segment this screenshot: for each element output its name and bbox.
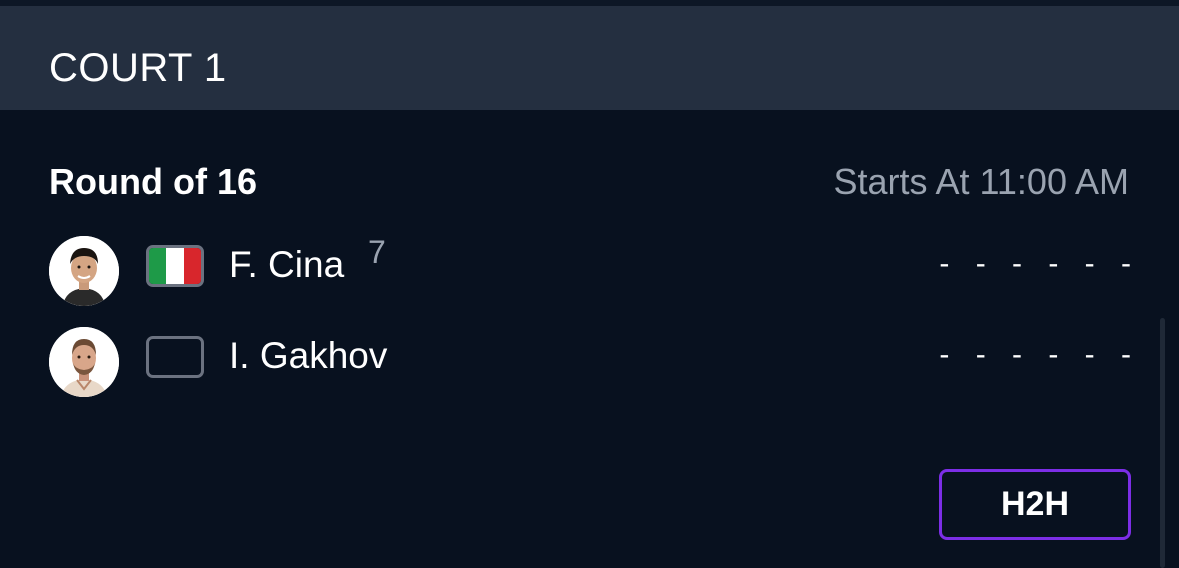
court-header: COURT 1 xyxy=(0,6,1179,110)
player-photo-icon xyxy=(49,327,119,397)
player-row-1[interactable]: F. Cina 7 - - - - - - xyxy=(49,234,1131,306)
scrollbar[interactable] xyxy=(1160,318,1165,568)
player-name: F. Cina xyxy=(229,244,345,285)
player-row-2[interactable]: I. Gakhov - - - - - - xyxy=(49,327,1131,397)
start-time: Starts At 11:00 AM xyxy=(833,161,1130,202)
player-name: I. Gakhov xyxy=(229,335,388,376)
player-score: - - - - - - xyxy=(939,247,1140,280)
court-title: COURT 1 xyxy=(49,46,227,90)
player-photo-icon xyxy=(49,236,119,306)
match-card: COURT 1 Round of 16 Starts At 11:00 AM F… xyxy=(0,0,1179,568)
round-label: Round of 16 xyxy=(49,161,257,202)
italy-flag-icon xyxy=(146,245,204,287)
empty-flag-icon xyxy=(146,336,204,378)
player-avatar xyxy=(49,236,119,306)
h2h-button[interactable]: H2H xyxy=(939,469,1131,540)
player-avatar xyxy=(49,327,119,397)
player-score: - - - - - - xyxy=(939,338,1140,371)
player-seed: 7 xyxy=(368,234,386,270)
